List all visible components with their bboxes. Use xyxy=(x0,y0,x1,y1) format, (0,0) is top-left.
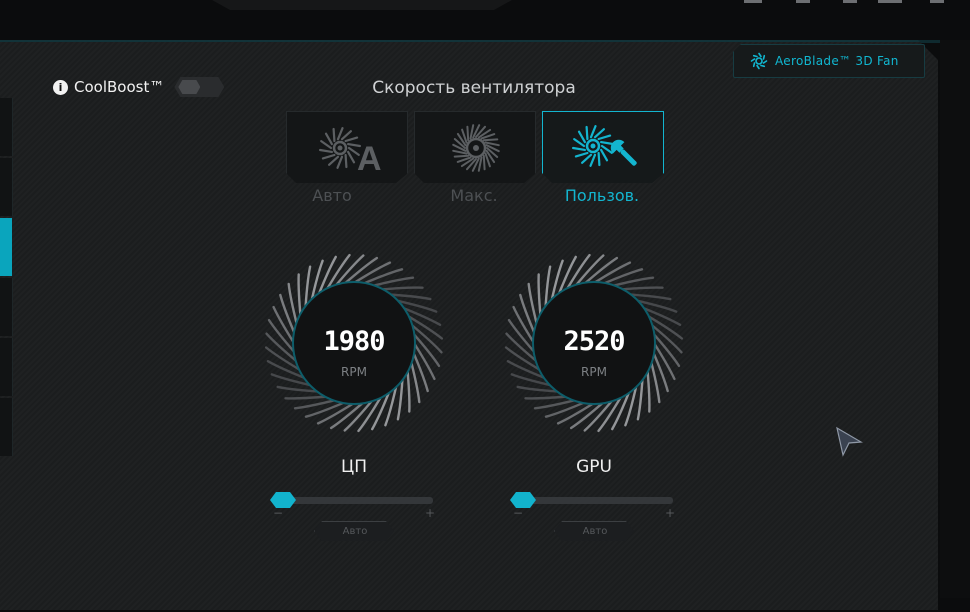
svg-text:A: A xyxy=(357,140,382,178)
side-tab-1[interactable] xyxy=(0,98,13,156)
gpu-minus-label: − xyxy=(513,506,524,520)
fan-max-icon xyxy=(452,124,500,172)
cpu-auto-button[interactable]: Авто xyxy=(314,521,394,541)
gpu-auto-label: Авто xyxy=(582,526,608,537)
fan-speed-title: Скорость вентилятора xyxy=(372,78,576,98)
gpu-fan-slider[interactable] xyxy=(510,490,675,512)
mode-max-label: Макс. xyxy=(450,186,498,205)
aeroblade-badge: AeroBlade™ 3D Fan xyxy=(733,44,925,78)
top-notch-decoration xyxy=(212,0,512,10)
gpu-rpm-value: 2520 xyxy=(563,326,625,357)
gpu-fan-label: GPU xyxy=(576,457,612,477)
side-tab-5[interactable] xyxy=(0,338,13,396)
window-control-2[interactable] xyxy=(796,0,810,3)
gpu-slider-track xyxy=(518,497,673,504)
cpu-auto-label: Авто xyxy=(342,526,368,537)
mode-custom-button[interactable] xyxy=(542,111,664,183)
fan-custom-icon xyxy=(572,125,637,167)
right-gutter xyxy=(940,40,970,598)
window-control-1[interactable] xyxy=(744,0,762,3)
fan-auto-icon: A xyxy=(319,127,382,178)
gpu-auto-button[interactable]: Авто xyxy=(554,521,634,541)
mouse-cursor-icon xyxy=(836,426,863,457)
gpu-fan-gauge: 2520 RPM xyxy=(504,253,684,433)
gpu-plus-label: + xyxy=(665,506,676,520)
cpu-plus-label: + xyxy=(425,506,436,520)
cpu-minus-label: − xyxy=(273,506,284,520)
cpu-slider-track xyxy=(278,497,433,504)
cpu-rpm-unit: RPM xyxy=(341,365,367,379)
cpu-fan-label: ЦП xyxy=(341,457,367,477)
minimize-button[interactable] xyxy=(878,0,902,3)
mode-max-button[interactable] xyxy=(414,111,536,183)
side-tab-6[interactable] xyxy=(0,398,13,456)
mode-custom-label: Пользов. xyxy=(564,186,640,205)
badge-label: AeroBlade™ 3D Fan xyxy=(775,54,899,68)
cpu-fan-slider[interactable] xyxy=(270,490,435,512)
side-tab-2[interactable] xyxy=(0,158,13,216)
mode-auto-label: Авто xyxy=(312,186,352,205)
side-tab-strip xyxy=(0,98,13,458)
side-tab-3-active[interactable] xyxy=(0,218,12,276)
close-button[interactable] xyxy=(930,0,944,3)
mode-auto-button[interactable]: A xyxy=(286,111,408,183)
window-control-3[interactable] xyxy=(843,0,857,3)
aeroblade-fan-icon xyxy=(750,52,768,70)
cpu-fan-gauge: 1980 RPM xyxy=(264,253,444,433)
gpu-rpm-unit: RPM xyxy=(581,365,607,379)
cpu-rpm-value: 1980 xyxy=(323,326,385,357)
side-tab-4[interactable] xyxy=(0,278,13,336)
